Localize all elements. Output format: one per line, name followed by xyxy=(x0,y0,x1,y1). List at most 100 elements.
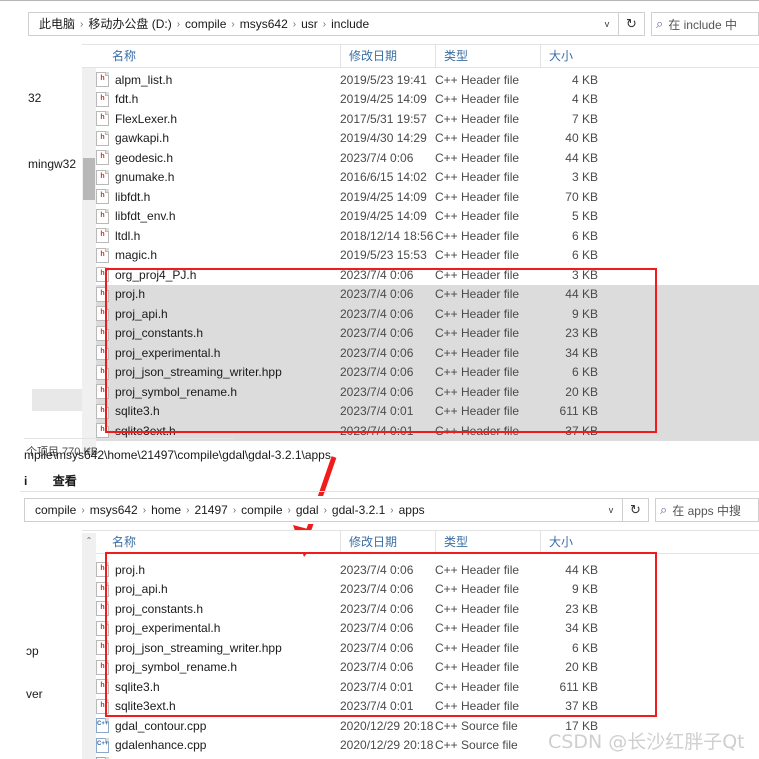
h-file-icon: h xyxy=(96,620,109,636)
file-date-cell: 2023/7/4 0:06 xyxy=(340,582,414,597)
table-row[interactable]: h proj_api.h 2023/7/4 0:06 C++ Header file 9… xyxy=(96,580,759,600)
file-size-cell: 20 KB xyxy=(565,384,598,399)
column-header-date[interactable]: 修改日期 xyxy=(340,44,435,68)
table-row[interactable]: h proj.h 2023/7/4 0:06 C++ Header file 44 KB xyxy=(96,284,759,304)
breadcrumb-item-1[interactable]: msys642 xyxy=(86,501,142,519)
breadcrumb-item-4[interactable]: compile xyxy=(237,501,286,519)
table-row[interactable]: h alpm_list.h 2019/5/23 19:41 C++ Header fi… xyxy=(96,70,759,90)
nav-fragment-mingw32[interactable]: mingw32 xyxy=(28,157,76,171)
file-size-cell: 4 KB xyxy=(571,72,598,87)
chevron-down-icon[interactable]: v xyxy=(598,13,616,35)
chevron-down-icon[interactable]: v xyxy=(602,499,620,521)
table-row[interactable]: h proj_symbol_rename.h 2023/7/4 0:06 C++ He… xyxy=(96,382,759,402)
file-name-label: alpm_list.h xyxy=(115,72,173,87)
column-header-type[interactable]: 类型 xyxy=(435,530,540,554)
table-row[interactable]: C++2020/12/29 20:18C++ Source file9 KB xyxy=(96,755,759,759)
h-file-icon: h xyxy=(96,247,109,263)
table-row[interactable]: h proj_experimental.h 2023/7/4 0:06 C++ Hea… xyxy=(96,619,759,639)
h-file-icon: h xyxy=(96,208,109,224)
nav-fragment-ver[interactable]: ver xyxy=(26,687,43,701)
file-name-cell: h proj_symbol_rename.h xyxy=(96,659,340,675)
file-type-cell: C++ Header file xyxy=(435,228,520,243)
table-row[interactable]: h proj.h 2023/7/4 0:06 C++ Header file 44 KB xyxy=(96,560,759,580)
file-name-label: gnumake.h xyxy=(115,170,175,185)
table-row[interactable]: h proj_constants.h 2023/7/4 0:06 C++ Header… xyxy=(96,323,759,343)
column-header-size[interactable]: 大小 xyxy=(540,530,604,554)
top-breadcrumb-box[interactable]: 此电脑 › 移动办公盘 (D:) › compile › msys642 › u… xyxy=(28,12,619,36)
table-row[interactable]: h proj_constants.h 2023/7/4 0:06 C++ Header… xyxy=(96,599,759,619)
file-name-cell: h sqlite3ext.h xyxy=(96,423,340,439)
table-row[interactable]: h org_proj4_PJ.h 2023/7/4 0:06 C++ Header f… xyxy=(96,265,759,285)
column-header-size[interactable]: 大小 xyxy=(540,44,604,68)
column-header-date-label: 修改日期 xyxy=(349,535,398,549)
breadcrumb-item-6[interactable]: gdal-3.2.1 xyxy=(328,501,389,519)
table-row[interactable]: h proj_json_streaming_writer.hpp 2023/7/4 … xyxy=(96,362,759,382)
breadcrumb-item-5[interactable]: gdal xyxy=(292,501,323,519)
nav-fragment-app[interactable]: ɔp xyxy=(26,644,39,658)
refresh-icon[interactable]: ↻ xyxy=(623,498,649,522)
table-row[interactable]: h gawkapi.h 2019/4/30 14:29 C++ Header file… xyxy=(96,129,759,149)
table-row[interactable]: h fdt.h 2019/4/25 14:09 C++ Header file 4 KB xyxy=(96,90,759,110)
file-date-cell: 2023/7/4 0:06 xyxy=(340,365,414,380)
table-row[interactable]: h sqlite3.h 2023/7/4 0:01 C++ Header file 61… xyxy=(96,677,759,697)
breadcrumb-item-2[interactable]: compile xyxy=(181,15,230,33)
chevron-up-icon[interactable]: ⌃ xyxy=(82,533,96,547)
h-file-icon: h xyxy=(96,581,109,597)
table-row[interactable]: h libfdt.h 2019/4/25 14:09 C++ Header file 7… xyxy=(96,187,759,207)
table-row[interactable]: h gnumake.h 2016/6/15 14:02 C++ Header file… xyxy=(96,168,759,188)
bottom-vertical-scrollbar[interactable]: ⌃ xyxy=(82,533,96,759)
refresh-icon[interactable]: ↻ xyxy=(619,12,645,36)
column-header-name[interactable]: 名称 xyxy=(82,530,340,554)
top-vertical-scrollbar[interactable]: ⌄ xyxy=(82,68,96,454)
file-type-cell: C++ Source file xyxy=(435,718,518,733)
bottom-search-box[interactable]: ⌕ 在 apps 中搜 xyxy=(655,498,759,522)
top-column-headers: ^ 名称 修改日期 类型 大小 xyxy=(82,44,759,68)
file-name-cell: h proj_symbol_rename.h xyxy=(96,384,340,400)
file-date-cell: 2019/4/25 14:09 xyxy=(340,209,427,224)
breadcrumb-item-7[interactable]: apps xyxy=(395,501,429,519)
file-date-cell: 2020/12/29 20:18 xyxy=(340,718,434,733)
column-header-date[interactable]: v 修改日期 xyxy=(340,530,435,554)
top-search-box[interactable]: ⌕ 在 include 中 xyxy=(651,12,759,36)
file-date-cell: 2023/7/4 0:01 xyxy=(340,404,414,419)
h-file-icon: h xyxy=(96,286,109,302)
file-name-label: gdalenhance.cpp xyxy=(115,738,207,753)
table-row[interactable]: h FlexLexer.h 2017/5/31 19:57 C++ Header fi… xyxy=(96,109,759,129)
column-header-type[interactable]: 类型 xyxy=(435,44,540,68)
menu-fragment[interactable]: i xyxy=(24,474,27,488)
breadcrumb-item-1[interactable]: 移动办公盘 (D:) xyxy=(84,15,175,33)
breadcrumb-item-2[interactable]: home xyxy=(147,501,185,519)
table-row[interactable]: h proj_api.h 2023/7/4 0:06 C++ Header file 9… xyxy=(96,304,759,324)
annotation-path-text: mpile\msys642\home\21497\compile\gdal\gd… xyxy=(24,448,331,462)
h-file-icon: h xyxy=(96,169,109,185)
breadcrumb-item-5[interactable]: include xyxy=(327,15,373,33)
table-row[interactable]: h sqlite3.h 2023/7/4 0:01 C++ Header file 61… xyxy=(96,401,759,421)
breadcrumb-item-3[interactable]: msys642 xyxy=(236,15,292,33)
scrollbar-thumb[interactable] xyxy=(83,158,95,200)
watermark: CSDN @长沙红胖子Qt xyxy=(548,731,745,753)
breadcrumb-item-0[interactable]: 此电脑 xyxy=(35,15,79,33)
table-row[interactable]: h proj_symbol_rename.h 2023/7/4 0:06 C++ He… xyxy=(96,658,759,678)
menu-item-view[interactable]: 查看 xyxy=(53,474,77,488)
file-name-label: libfdt.h xyxy=(115,189,151,204)
h-file-icon: h xyxy=(96,562,109,578)
table-row[interactable]: h ltdl.h 2018/12/14 18:56 C++ Header file 6 … xyxy=(96,226,759,246)
table-row[interactable]: h proj_json_streaming_writer.hpp 2023/7/4 … xyxy=(96,638,759,658)
file-name-label: proj_constants.h xyxy=(115,601,204,616)
table-row[interactable]: h libfdt_env.h 2019/4/25 14:09 C++ Header f… xyxy=(96,207,759,227)
bottom-breadcrumb-box[interactable]: compile › msys642 › home › 21497 › compi… xyxy=(24,498,623,522)
file-name-label: sqlite3ext.h xyxy=(115,423,176,438)
h-file-icon: h xyxy=(96,189,109,205)
table-row[interactable]: h geodesic.h 2023/7/4 0:06 C++ Header file 4… xyxy=(96,148,759,168)
file-date-cell: 2018/12/14 18:56 xyxy=(340,228,434,243)
table-row[interactable]: h sqlite3ext.h 2023/7/4 0:01 C++ Header fil… xyxy=(96,697,759,717)
table-row[interactable]: h proj_experimental.h 2023/7/4 0:06 C++ Hea… xyxy=(96,343,759,363)
breadcrumb-item-4[interactable]: usr xyxy=(297,15,322,33)
nav-fragment-32[interactable]: 32 xyxy=(28,91,41,105)
breadcrumb-item-0[interactable]: compile xyxy=(31,501,80,519)
column-header-name[interactable]: ^ 名称 xyxy=(82,44,340,68)
table-row[interactable]: h magic.h 2019/5/23 15:53 C++ Header file 6 … xyxy=(96,246,759,266)
file-size-cell: 3 KB xyxy=(571,170,598,185)
file-name-label: proj_constants.h xyxy=(115,326,204,341)
breadcrumb-item-3[interactable]: 21497 xyxy=(190,501,231,519)
